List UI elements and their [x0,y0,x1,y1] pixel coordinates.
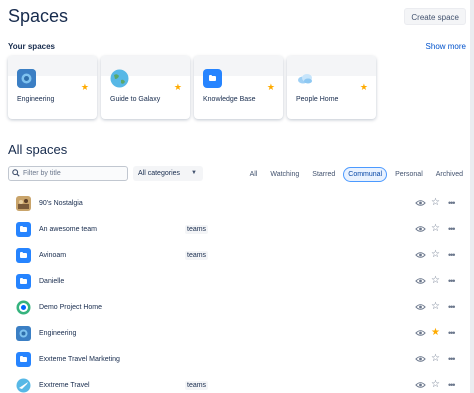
list-item[interactable]: Engineering ★ ••• [8,320,466,346]
folder-icon [203,69,222,88]
star-icon[interactable]: ★ [81,83,89,92]
space-name[interactable]: An awesome team [39,226,97,233]
scrollbar[interactable] [470,0,474,393]
travel-avatar-icon [16,378,31,393]
star-icon[interactable]: ☆ [431,276,440,286]
tab-starred[interactable]: Starred [307,167,340,182]
all-spaces-title: All spaces [8,142,68,157]
more-options-icon[interactable]: ••• [448,224,456,234]
tab-all[interactable]: All [245,167,263,182]
list-item[interactable]: Demo Project Home ☆ ••• [8,294,466,320]
watch-icon[interactable] [415,329,426,337]
folder-icon [16,221,31,237]
your-spaces-cards: ★ Engineering ★ Guide to Galaxy ★ Knowle… [8,56,376,119]
more-options-icon[interactable]: ••• [448,354,456,364]
list-item[interactable]: Exxtreme Travel teams ☆ ••• [8,372,466,393]
more-options-icon[interactable]: ••• [448,250,456,260]
star-icon[interactable]: ★ [174,83,182,92]
star-icon[interactable]: ☆ [431,198,440,208]
category-select-value: All categories [138,170,181,177]
create-space-button[interactable]: Create space [404,8,466,25]
category-select[interactable]: All categories ▼ [133,166,203,181]
more-options-icon[interactable]: ••• [448,380,456,390]
engineering-avatar-icon [16,325,31,341]
more-options-icon[interactable]: ••• [448,198,456,208]
search-icon [12,169,20,177]
folder-icon [16,273,31,289]
filter-placeholder: Filter by title [23,170,61,177]
space-card-knowledge-base[interactable]: ★ Knowledge Base [194,56,283,119]
more-options-icon[interactable]: ••• [448,276,456,286]
star-icon[interactable]: ☆ [431,354,440,364]
watch-icon[interactable] [415,355,426,363]
space-card-name: Guide to Galaxy [110,96,161,103]
space-name[interactable]: Engineering [39,330,76,337]
watch-icon[interactable] [415,225,426,233]
tab-personal[interactable]: Personal [390,167,428,182]
folder-icon [16,351,31,367]
list-item[interactable]: An awesome team teams ☆ ••• [8,216,466,242]
spaces-list: 90's Nostalgia ☆ ••• An awesome team tea… [8,190,466,393]
space-name[interactable]: Demo Project Home [39,304,102,311]
space-name[interactable]: Exxteme Travel Marketing [39,356,120,363]
cloud-icon [296,69,315,88]
more-options-icon[interactable]: ••• [448,302,456,312]
star-icon[interactable]: ★ [431,328,440,338]
watch-icon[interactable] [415,277,426,285]
space-card-engineering[interactable]: ★ Engineering [8,56,97,119]
space-card-people-home[interactable]: ★ People Home [287,56,376,119]
tab-communal[interactable]: Communal [343,167,388,182]
list-item[interactable]: Exxteme Travel Marketing ☆ ••• [8,346,466,372]
your-spaces-label: Your spaces [8,42,55,51]
space-name[interactable]: Avinoam [39,252,66,259]
show-more-link[interactable]: Show more [426,42,466,51]
watch-icon[interactable] [415,251,426,259]
space-card-name: Knowledge Base [203,96,256,103]
list-item[interactable]: 90's Nostalgia ☆ ••• [8,190,466,216]
demo-avatar-icon [16,300,31,315]
star-icon[interactable]: ☆ [431,250,440,260]
watch-icon[interactable] [415,381,426,389]
more-options-icon[interactable]: ••• [448,328,456,338]
list-item[interactable]: Avinoam teams ☆ ••• [8,242,466,268]
star-icon[interactable]: ★ [360,83,368,92]
engineering-avatar-icon [17,69,36,88]
space-tag[interactable]: teams [185,250,209,260]
space-tag[interactable]: teams [185,224,209,234]
space-name[interactable]: Danielle [39,278,64,285]
space-card-name: People Home [296,96,339,103]
space-name[interactable]: Exxtreme Travel [39,382,90,389]
star-icon[interactable]: ☆ [431,302,440,312]
space-tag[interactable]: teams [185,380,209,390]
tab-watching[interactable]: Watching [265,167,304,182]
watch-icon[interactable] [415,199,426,207]
star-icon[interactable]: ☆ [431,380,440,390]
folder-icon [16,247,31,263]
list-item[interactable]: Danielle ☆ ••• [8,268,466,294]
space-card-name: Engineering [17,96,55,103]
chevron-down-icon: ▼ [191,170,197,176]
star-icon[interactable]: ☆ [431,224,440,234]
page-title: Spaces [8,6,69,26]
space-card-guide-to-galaxy[interactable]: ★ Guide to Galaxy [101,56,190,119]
globe-icon [110,69,129,88]
space-filter-tabs: All Watching Starred Communal Personal A… [245,167,468,182]
space-name[interactable]: 90's Nostalgia [39,200,83,207]
star-icon[interactable]: ★ [267,83,275,92]
watch-icon[interactable] [415,303,426,311]
filter-input[interactable]: Filter by title [8,166,128,181]
nostalgia-avatar-icon [16,195,31,211]
tab-archived[interactable]: Archived [431,167,468,182]
